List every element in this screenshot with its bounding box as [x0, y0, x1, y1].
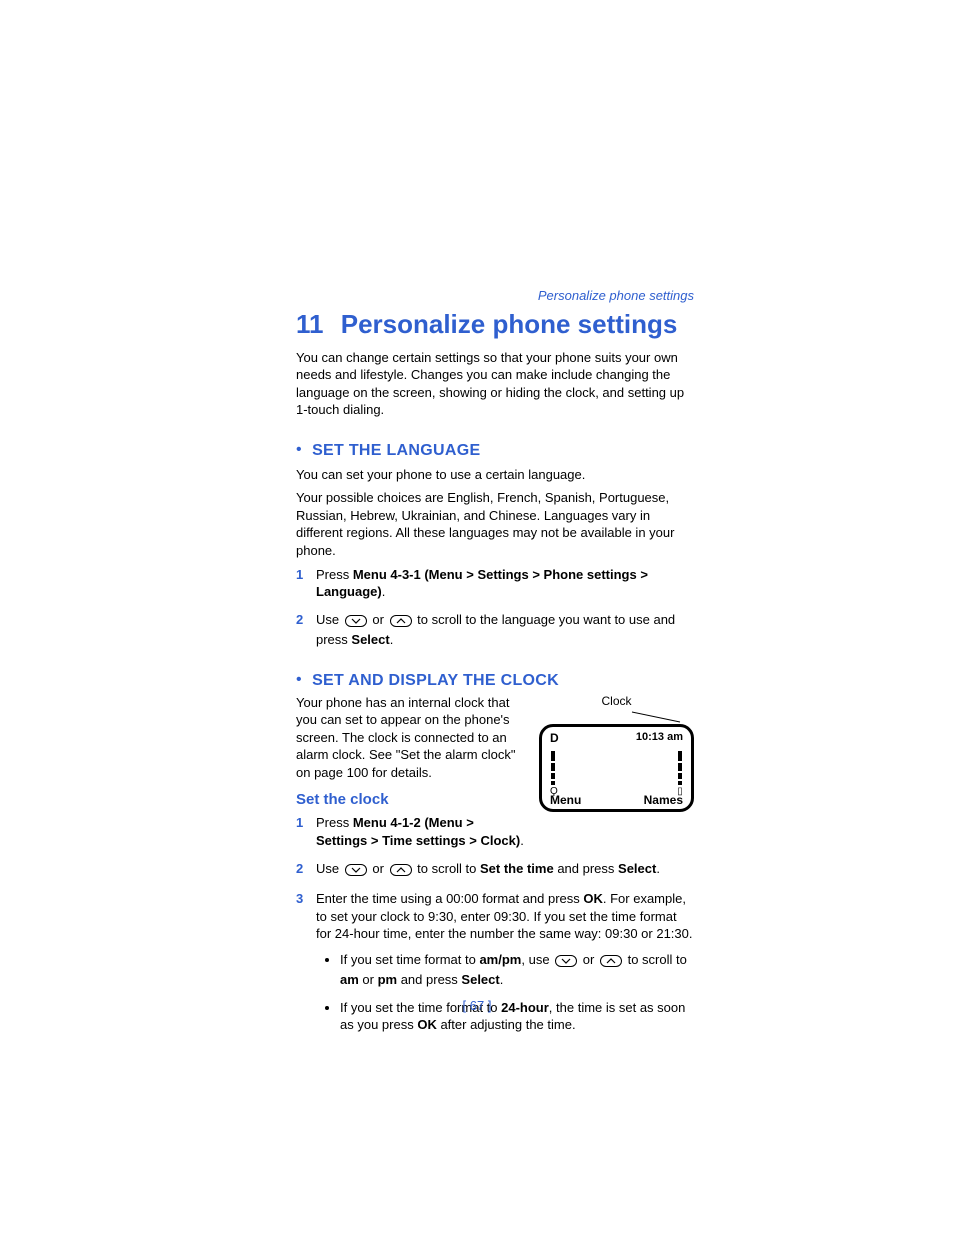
- down-key-icon: [345, 614, 367, 632]
- text: If you set time format to: [340, 952, 479, 967]
- clock-step-2: 2 Use or to scroll to Set the time and p…: [296, 860, 694, 881]
- phone-screen: D 10:13 am Ϙ ▯ Menu Names: [539, 724, 694, 812]
- select-label: Select: [351, 632, 389, 647]
- text: Enter the time using a 00:00 format and …: [316, 891, 583, 906]
- clock-time: 10:13 am: [636, 731, 683, 745]
- page: Personalize phone settings 11 Personaliz…: [0, 0, 954, 1235]
- text: .: [390, 632, 394, 647]
- text: to scroll to: [417, 861, 480, 876]
- lang-paragraph-2: Your possible choices are English, Frenc…: [296, 489, 694, 559]
- section-head-clock: • SET AND DISPLAY THE CLOCK: [296, 671, 694, 690]
- intro-paragraph: You can change certain settings so that …: [296, 349, 694, 419]
- text: .: [382, 584, 386, 599]
- chapter-number: 11: [296, 309, 324, 339]
- text: and press: [554, 861, 618, 876]
- pointer-icon: [539, 710, 694, 724]
- bullet-icon: •: [296, 671, 302, 688]
- text: Use: [316, 612, 343, 627]
- text: or: [359, 972, 378, 987]
- clock-step-1: 1 Press Menu 4-1-2 (Menu > Settings > Ti…: [296, 814, 694, 849]
- lang-paragraph-1: You can set your phone to use a certain …: [296, 466, 694, 484]
- lang-steps: 1 Press Menu 4-3-1 (Menu > Settings > Ph…: [296, 566, 694, 649]
- section-head-language: • SET THE LANGUAGE: [296, 441, 694, 460]
- step-number: 2: [296, 860, 303, 878]
- page-number: [ 67 ]: [0, 998, 954, 1013]
- step-number: 1: [296, 566, 303, 584]
- section-title-clock: SET AND DISPLAY THE CLOCK: [312, 672, 559, 689]
- battery-bars-right-icon: ▯: [677, 749, 683, 787]
- am-label: am: [340, 972, 359, 987]
- select-label: Select: [461, 972, 499, 987]
- text: or: [372, 612, 387, 627]
- text: to scroll to: [628, 952, 687, 967]
- up-key-icon: [390, 614, 412, 632]
- step-number: 3: [296, 890, 303, 908]
- text: .: [520, 833, 524, 848]
- text: or: [372, 861, 387, 876]
- text: Press: [316, 567, 353, 582]
- pm-label: pm: [378, 972, 398, 987]
- text: Use: [316, 861, 343, 876]
- text: , use: [521, 952, 553, 967]
- ok-label: OK: [417, 1017, 437, 1032]
- text: Press: [316, 815, 353, 830]
- text: or: [583, 952, 598, 967]
- lang-step-2: 2 Use or to scroll to the language you w…: [296, 611, 694, 649]
- running-head: Personalize phone settings: [538, 288, 694, 303]
- up-key-icon: [600, 954, 622, 972]
- step-number: 2: [296, 611, 303, 629]
- softkey-menu: Menu: [550, 793, 581, 807]
- clock-figure-label: Clock: [539, 694, 694, 708]
- step-number: 1: [296, 814, 303, 832]
- section-title-language: SET THE LANGUAGE: [312, 442, 480, 459]
- down-key-icon: [345, 863, 367, 881]
- set-the-time-label: Set the time: [480, 861, 554, 876]
- lang-step-1: 1 Press Menu 4-3-1 (Menu > Settings > Ph…: [296, 566, 694, 601]
- substep-ampm: If you set time format to am/pm, use or …: [340, 951, 694, 989]
- text: .: [500, 972, 504, 987]
- menu-path: Menu 4-3-1 (Menu > Settings > Phone sett…: [316, 567, 648, 600]
- chapter-title-text: Personalize phone settings: [341, 309, 678, 339]
- select-label: Select: [618, 861, 656, 876]
- bullet-icon: •: [296, 441, 302, 458]
- text: and press: [397, 972, 461, 987]
- signal-bars-left-icon: Ϙ: [550, 749, 556, 787]
- text: .: [656, 861, 660, 876]
- down-key-icon: [555, 954, 577, 972]
- ok-label: OK: [583, 891, 603, 906]
- text: after adjusting the time.: [437, 1017, 576, 1032]
- clock-step-3-substeps: If you set time format to am/pm, use or …: [340, 951, 694, 1034]
- chapter-title: 11 Personalize phone settings: [296, 310, 694, 339]
- signal-label: D: [550, 731, 559, 745]
- up-key-icon: [390, 863, 412, 881]
- clock-figure: Clock D 10:13 am Ϙ ▯: [539, 694, 694, 812]
- softkey-names: Names: [644, 793, 683, 807]
- ampm-label: am/pm: [479, 952, 521, 967]
